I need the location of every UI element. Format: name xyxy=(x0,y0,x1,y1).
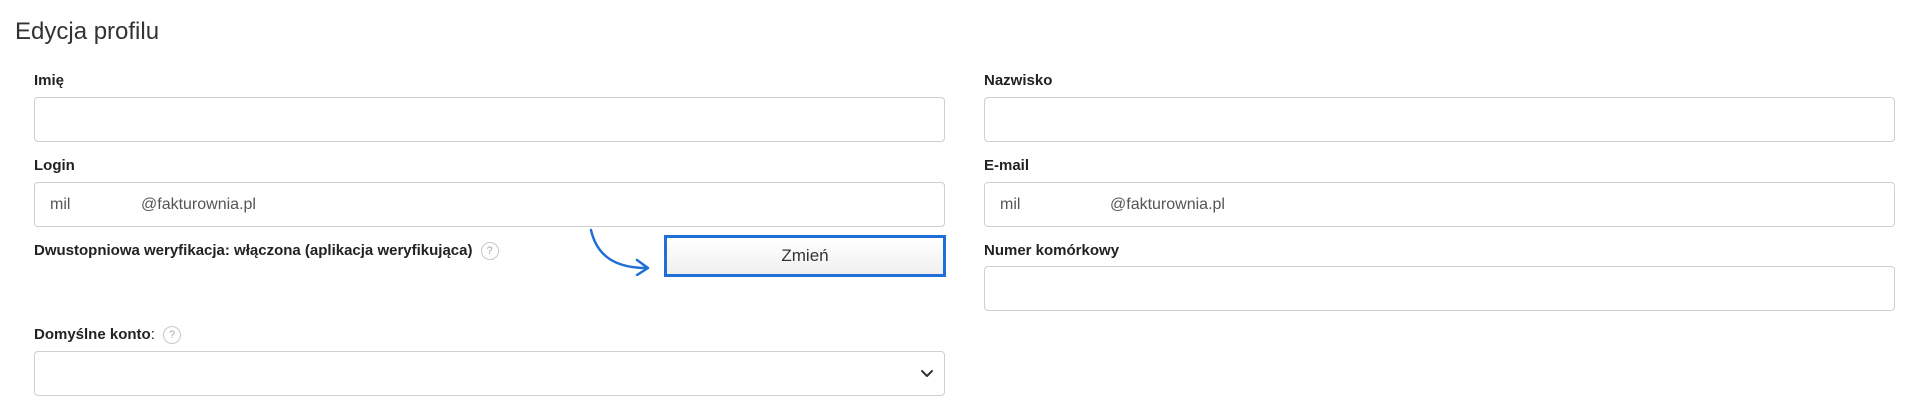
first-name-label: Imię xyxy=(34,72,65,89)
email-label: E-mail xyxy=(984,157,1030,174)
help-icon[interactable]: ? xyxy=(480,242,499,261)
email-input[interactable]: mil @fakturownia.pl xyxy=(984,182,1895,227)
default-account-label: Domyślne konto xyxy=(34,326,151,343)
change-two-factor-button[interactable]: Zmień xyxy=(664,235,946,277)
login-value-prefix: mil xyxy=(50,195,71,213)
first-name-input[interactable] xyxy=(34,97,945,142)
two-factor-status: Dwustopniowa weryfikacja: włączona (apli… xyxy=(34,242,499,261)
login-label: Login xyxy=(34,157,75,174)
mobile-label: Numer komórkowy xyxy=(984,242,1120,259)
last-name-input[interactable] xyxy=(984,97,1895,142)
login-input[interactable]: mil @fakturownia.pl xyxy=(34,182,945,227)
page-title: Edycja profilu xyxy=(15,18,160,45)
help-icon[interactable]: ? xyxy=(163,326,182,345)
email-value-suffix: @fakturownia.pl xyxy=(1110,195,1225,213)
last-name-label: Nazwisko xyxy=(984,72,1053,89)
mobile-input[interactable] xyxy=(984,266,1895,311)
chevron-down-icon xyxy=(921,369,933,377)
profile-edit-page: Edycja profilu Imię Nazwisko Login mil @… xyxy=(0,0,1920,410)
curved-arrow-icon xyxy=(589,228,650,276)
two-factor-label: Dwustopniowa weryfikacja: włączona (apli… xyxy=(34,242,473,259)
default-account-label-row: Domyślne konto: ? xyxy=(34,326,182,345)
default-account-select[interactable] xyxy=(34,351,945,396)
email-value-prefix: mil xyxy=(1000,195,1021,213)
login-value-suffix: @fakturownia.pl xyxy=(141,195,256,213)
default-account-colon: : xyxy=(150,326,155,343)
